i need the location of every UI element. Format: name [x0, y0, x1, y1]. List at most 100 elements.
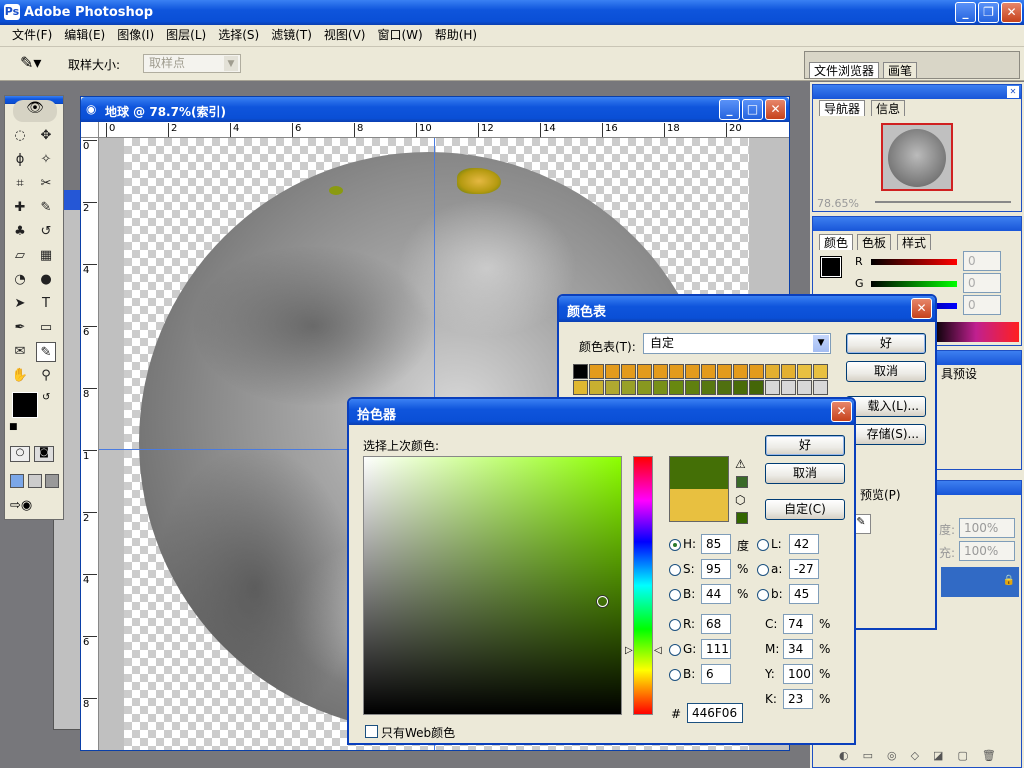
menu-item-0[interactable]: 文件(F) — [6, 25, 58, 46]
radio-a[interactable] — [757, 564, 769, 576]
tab-brushes[interactable]: 画笔 — [883, 62, 918, 78]
hue-slider-arrow-right[interactable]: ◁ — [654, 645, 662, 656]
toolbox-logo[interactable]: 👁 — [13, 100, 57, 122]
sample-size-select[interactable]: 取样点 ▼ — [143, 54, 241, 73]
menu-item-7[interactable]: 窗口(W) — [371, 25, 428, 46]
menu-item-3[interactable]: 图层(L) — [160, 25, 212, 46]
slice-icon[interactable]: ✂ — [36, 174, 56, 194]
channel-slider[interactable] — [871, 259, 957, 265]
lasso-icon[interactable]: ϕ — [10, 150, 30, 170]
field-b[interactable]: 45 — [789, 584, 819, 604]
eraser-icon[interactable]: ▱ — [10, 246, 30, 266]
color-table-cell[interactable] — [701, 380, 716, 395]
color-table-select[interactable]: 自定 ▼ — [643, 333, 831, 354]
color-table-cell[interactable] — [573, 364, 588, 379]
zoom-icon[interactable]: ⚲ — [36, 366, 56, 386]
color-table-cell[interactable] — [733, 364, 748, 379]
color-table-cell[interactable] — [685, 364, 700, 379]
field-G[interactable]: 111 — [701, 639, 731, 659]
web-safe-swatch[interactable] — [736, 512, 748, 524]
radio-G[interactable] — [669, 644, 681, 656]
field-S[interactable]: 95 — [701, 559, 731, 579]
path-select-icon[interactable]: ➤ — [10, 294, 30, 314]
menu-item-6[interactable]: 视图(V) — [318, 25, 372, 46]
eyedropper-tool-icon[interactable]: ✎▾ — [20, 53, 41, 72]
menu-item-1[interactable]: 编辑(E) — [58, 25, 111, 46]
move-icon[interactable]: ✥ — [36, 126, 56, 146]
panel-menu-icon[interactable]: ✕ — [1007, 86, 1019, 98]
layer-row-selected[interactable]: 🔒 — [941, 567, 1019, 597]
web-safe-warning-icon[interactable]: ⬡ — [735, 493, 745, 507]
field-B[interactable]: 6 — [701, 664, 731, 684]
navigator-preview[interactable] — [881, 123, 953, 191]
tab-info[interactable]: 信息 — [871, 100, 906, 116]
field-Bv[interactable]: 44 — [701, 584, 731, 604]
document-maximize-button[interactable]: □ — [742, 99, 763, 120]
color-table-cell[interactable] — [733, 380, 748, 395]
menu-item-8[interactable]: 帮助(H) — [429, 25, 483, 46]
opacity-field[interactable]: 100% — [959, 518, 1015, 538]
color-table-cell[interactable] — [717, 380, 732, 395]
hand-icon[interactable]: ✋ — [10, 366, 30, 386]
color-ramp[interactable] — [933, 322, 1019, 342]
radio-b[interactable] — [757, 589, 769, 601]
blur-icon[interactable]: ◔ — [10, 270, 30, 290]
field-C[interactable]: 74 — [783, 614, 813, 634]
color-table-cell[interactable] — [653, 364, 668, 379]
standard-mode-icon[interactable]: ○ — [10, 446, 30, 462]
healing-brush-icon[interactable]: ✚ — [10, 198, 30, 218]
color-table-cell[interactable] — [685, 380, 700, 395]
field-R[interactable]: 68 — [701, 614, 731, 634]
hue-slider-arrow-left[interactable]: ▷ — [625, 645, 633, 656]
color-table-save-button[interactable]: 存储(S)... — [846, 424, 926, 445]
layers-footer-icons[interactable]: ◐▭◎◇◪▢🗑 — [839, 749, 1019, 765]
color-table-cell[interactable] — [781, 380, 796, 395]
notes-icon[interactable]: ✉ — [10, 342, 30, 362]
color-panel-fg-swatch[interactable] — [820, 256, 842, 278]
ruler-corner[interactable] — [81, 122, 99, 138]
document-minimize-button[interactable]: _ — [719, 99, 740, 120]
document-titlebar[interactable]: ◉ 地球 @ 78.7%(索引) _ □ ✕ — [81, 97, 789, 122]
tab-color[interactable]: 颜色 — [819, 234, 854, 250]
color-table-cell[interactable] — [669, 364, 684, 379]
color-table-ok-button[interactable]: 好 — [846, 333, 926, 354]
gamut-warning-icon[interactable]: ⚠ — [735, 457, 746, 471]
channel-field[interactable]: 0 — [963, 295, 1001, 315]
dodge-icon[interactable]: ● — [36, 270, 56, 290]
color-table-cell[interactable] — [749, 364, 764, 379]
gamut-swatch[interactable] — [736, 476, 748, 488]
menu-item-5[interactable]: 滤镜(T) — [265, 25, 318, 46]
color-picker-close-button[interactable]: ✕ — [831, 401, 852, 422]
screen-mode-full-icon[interactable] — [45, 474, 59, 488]
color-table-cell[interactable] — [637, 364, 652, 379]
close-button[interactable]: ✕ — [1001, 2, 1022, 23]
color-table-cell[interactable] — [589, 380, 604, 395]
menu-item-2[interactable]: 图像(I) — [111, 25, 160, 46]
color-table-cell[interactable] — [589, 364, 604, 379]
color-picker-titlebar[interactable]: 拾色器 ✕ — [349, 399, 854, 425]
hex-field[interactable]: 446F06 — [687, 703, 743, 723]
minimize-button[interactable]: _ — [955, 2, 976, 23]
field-a[interactable]: -27 — [789, 559, 819, 579]
pen-icon[interactable]: ✒ — [10, 318, 30, 338]
radio-Bv[interactable] — [669, 589, 681, 601]
field-H[interactable]: 85 — [701, 534, 731, 554]
color-table-cell[interactable] — [621, 380, 636, 395]
color-table-cell[interactable] — [765, 380, 780, 395]
color-table-cancel-button[interactable]: 取消 — [846, 361, 926, 382]
tab-file-browser[interactable]: 文件浏览器 — [809, 62, 880, 78]
color-table-cell[interactable] — [653, 380, 668, 395]
eyedropper-icon[interactable]: ✎ — [36, 342, 56, 362]
zoom-slider[interactable] — [875, 201, 1011, 203]
color-field-cursor[interactable] — [597, 596, 608, 607]
color-table-cell[interactable] — [797, 380, 812, 395]
web-only-checkbox[interactable] — [365, 725, 378, 738]
jump-to-imageready-icon[interactable]: ⇨◉ — [10, 498, 54, 516]
field-Y[interactable]: 100 — [783, 664, 813, 684]
color-table-cell[interactable] — [605, 364, 620, 379]
color-table-cell[interactable] — [573, 380, 588, 395]
screen-mode-full-menu-icon[interactable] — [28, 474, 42, 488]
color-table-close-button[interactable]: ✕ — [911, 298, 932, 319]
document-close-button[interactable]: ✕ — [765, 99, 786, 120]
radio-B[interactable] — [669, 669, 681, 681]
